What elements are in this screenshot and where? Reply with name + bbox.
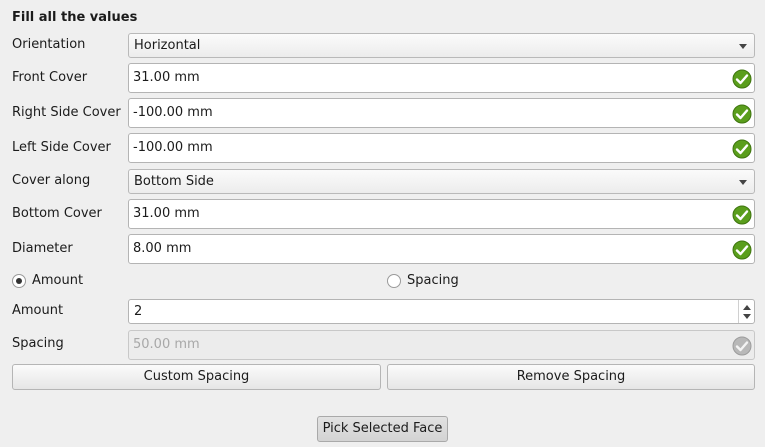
- chevron-down-icon: [739, 44, 747, 49]
- front-cover-label: Front Cover: [12, 70, 88, 85]
- front-cover-field[interactable]: 31.00 mm: [128, 63, 755, 93]
- remove-spacing-button[interactable]: Remove Spacing: [387, 364, 755, 390]
- valid-check-icon: [732, 240, 752, 260]
- right-side-cover-label: Right Side Cover: [12, 105, 121, 120]
- valid-check-icon: [732, 69, 752, 89]
- disabled-check-icon: [732, 336, 752, 356]
- right-side-cover-value: -100.00 mm: [133, 105, 213, 120]
- amount-radio[interactable]: Amount: [12, 271, 83, 291]
- front-cover-value: 31.00 mm: [133, 70, 200, 85]
- cover-along-label: Cover along: [12, 173, 91, 188]
- pick-selected-face-button[interactable]: Pick Selected Face: [317, 416, 448, 442]
- radio-unselected-indicator: [387, 274, 401, 288]
- bottom-cover-field[interactable]: 31.00 mm: [128, 199, 755, 229]
- custom-spacing-button[interactable]: Custom Spacing: [12, 364, 381, 390]
- amount-radio-label: Amount: [32, 273, 84, 288]
- diameter-value: 8.00 mm: [133, 241, 192, 256]
- valid-check-icon: [732, 205, 752, 225]
- spin-up-icon[interactable]: [743, 305, 751, 310]
- section-title: Fill all the values: [12, 10, 138, 25]
- spacing-radio-label: Spacing: [407, 273, 459, 288]
- diameter-label: Diameter: [12, 241, 73, 256]
- bottom-cover-value: 31.00 mm: [133, 206, 200, 221]
- orientation-label: Orientation: [12, 37, 86, 52]
- chevron-down-icon: [739, 180, 747, 185]
- cover-along-dropdown[interactable]: Bottom Side: [128, 169, 755, 194]
- radio-selected-indicator: [12, 274, 26, 288]
- amount-value: 2: [134, 304, 143, 319]
- left-side-cover-value: -100.00 mm: [133, 140, 213, 155]
- spacing-radio[interactable]: Spacing: [387, 271, 459, 291]
- amount-label: Amount: [12, 303, 64, 318]
- rebar-options-panel: Fill all the values Orientation Horizont…: [0, 0, 765, 447]
- valid-check-icon: [732, 104, 752, 124]
- amount-spinbox[interactable]: 2: [128, 299, 755, 324]
- cover-along-value: Bottom Side: [134, 174, 214, 189]
- spacing-label: Spacing: [12, 336, 64, 351]
- orientation-value: Horizontal: [134, 38, 201, 53]
- left-side-cover-field[interactable]: -100.00 mm: [128, 133, 755, 163]
- diameter-field[interactable]: 8.00 mm: [128, 234, 755, 264]
- right-side-cover-field[interactable]: -100.00 mm: [128, 98, 755, 128]
- spacing-field: 50.00 mm: [128, 330, 755, 360]
- spacing-value: 50.00 mm: [133, 337, 200, 352]
- valid-check-icon: [732, 139, 752, 159]
- spin-buttons[interactable]: [738, 300, 754, 323]
- left-side-cover-label: Left Side Cover: [12, 140, 111, 155]
- spin-down-icon[interactable]: [743, 314, 751, 319]
- orientation-dropdown[interactable]: Horizontal: [128, 33, 755, 58]
- bottom-cover-label: Bottom Cover: [12, 206, 102, 221]
